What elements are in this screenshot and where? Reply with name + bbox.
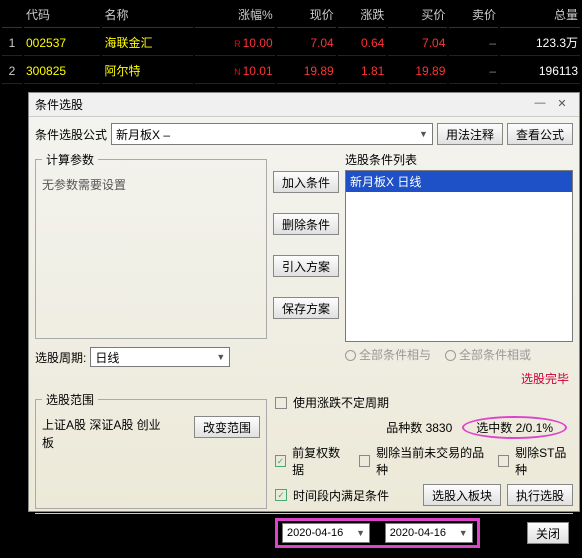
run-filter-button[interactable]: 执行选股	[507, 484, 573, 506]
col-name: 名称	[102, 2, 192, 28]
condition-list[interactable]: 新月板X 日线	[345, 170, 573, 342]
checkbox-nofixed[interactable]	[275, 397, 287, 409]
table-row[interactable]: 2 300825 阿尔特 N10.01 19.89 1.81 19.89 – 1…	[2, 58, 580, 84]
checkbox-adj[interactable]	[275, 455, 286, 467]
table-header-row: 代码 名称 涨幅% 现价 涨跌 买价 卖价 总量	[2, 2, 580, 28]
chevron-down-icon: ▼	[459, 528, 468, 538]
no-params-text: 无参数需要设置	[42, 176, 260, 332]
flag-badge: N	[231, 67, 241, 77]
status-text: 选股完毕	[35, 367, 573, 387]
range-legend: 选股范围	[42, 391, 98, 408]
stock-filter-dialog: 条件选股 — ✕ 条件选股公式 新月板X – ▼ 用法注释 查看公式 计算参数 …	[28, 92, 580, 512]
delete-condition-button[interactable]: 删除条件	[273, 213, 339, 235]
col-bid: 买价	[388, 2, 447, 28]
close-icon[interactable]: ✕	[551, 97, 573, 113]
condition-list-label: 选股条件列表	[345, 151, 573, 168]
formula-select[interactable]: 新月板X – ▼	[111, 123, 433, 145]
save-plan-button[interactable]: 保存方案	[273, 297, 339, 319]
date-to-select[interactable]: 2020-04-16▼	[385, 523, 473, 543]
usage-button[interactable]: 用法注释	[437, 123, 503, 145]
col-vol: 总量	[500, 2, 580, 28]
selected-highlight: 选中数 2/0.1%	[462, 416, 567, 439]
formula-label: 条件选股公式	[35, 126, 107, 143]
chevron-down-icon: ▼	[356, 528, 365, 538]
params-fieldset: 计算参数 无参数需要设置	[35, 151, 267, 339]
radio-or[interactable]: 全部条件相或	[445, 346, 531, 363]
close-button[interactable]: 关闭	[527, 522, 569, 544]
to-block-button[interactable]: 选股入板块	[423, 484, 501, 506]
range-fieldset: 选股范围 上证A股 深证A股 创业板 改变范围	[35, 391, 267, 509]
date-range-highlight: 2020-04-16▼ – 2020-04-16▼	[275, 518, 480, 548]
titlebar[interactable]: 条件选股 — ✕	[29, 93, 579, 117]
col-price: 现价	[277, 2, 336, 28]
nofixed-label: 使用涨跌不定周期	[293, 394, 389, 411]
table-row[interactable]: 1 002537 海联金汇 R10.00 7.04 0.64 7.04 – 12…	[2, 30, 580, 56]
date-separator: –	[374, 526, 381, 540]
radio-and[interactable]: 全部条件相与	[345, 346, 431, 363]
chevron-down-icon: ▼	[216, 352, 225, 362]
add-condition-button[interactable]: 加入条件	[273, 171, 339, 193]
date-from-select[interactable]: 2020-04-16▼	[282, 523, 370, 543]
view-formula-button[interactable]: 查看公式	[507, 123, 573, 145]
condition-item[interactable]: 新月板X 日线	[346, 171, 572, 192]
kinds-label: 品种数	[386, 421, 422, 435]
checkbox-timerange[interactable]	[275, 489, 287, 501]
params-legend: 计算参数	[42, 151, 98, 168]
chevron-down-icon: ▼	[419, 129, 428, 139]
import-plan-button[interactable]: 引入方案	[273, 255, 339, 277]
kinds-count: 3830	[426, 421, 453, 435]
checkbox-remove-notrade[interactable]	[359, 455, 370, 467]
col-pct: 涨幅%	[195, 2, 275, 28]
change-range-button[interactable]: 改变范围	[194, 416, 260, 438]
col-ask: 卖价	[449, 2, 498, 28]
period-label: 选股周期:	[35, 349, 86, 366]
col-idx	[2, 2, 22, 28]
col-code: 代码	[24, 2, 100, 28]
selected-count: 2/0.1%	[516, 421, 553, 435]
minimize-button[interactable]: —	[529, 97, 551, 113]
checkbox-remove-st[interactable]	[498, 455, 509, 467]
flag-badge: R	[231, 39, 241, 49]
range-text: 上证A股 深证A股 创业板	[42, 416, 162, 452]
period-select[interactable]: 日线 ▼	[90, 347, 230, 367]
col-chg: 涨跌	[338, 2, 387, 28]
stock-table: 代码 名称 涨幅% 现价 涨跌 买价 卖价 总量 1 002537 海联金汇 R…	[0, 0, 582, 86]
window-title: 条件选股	[35, 96, 83, 113]
